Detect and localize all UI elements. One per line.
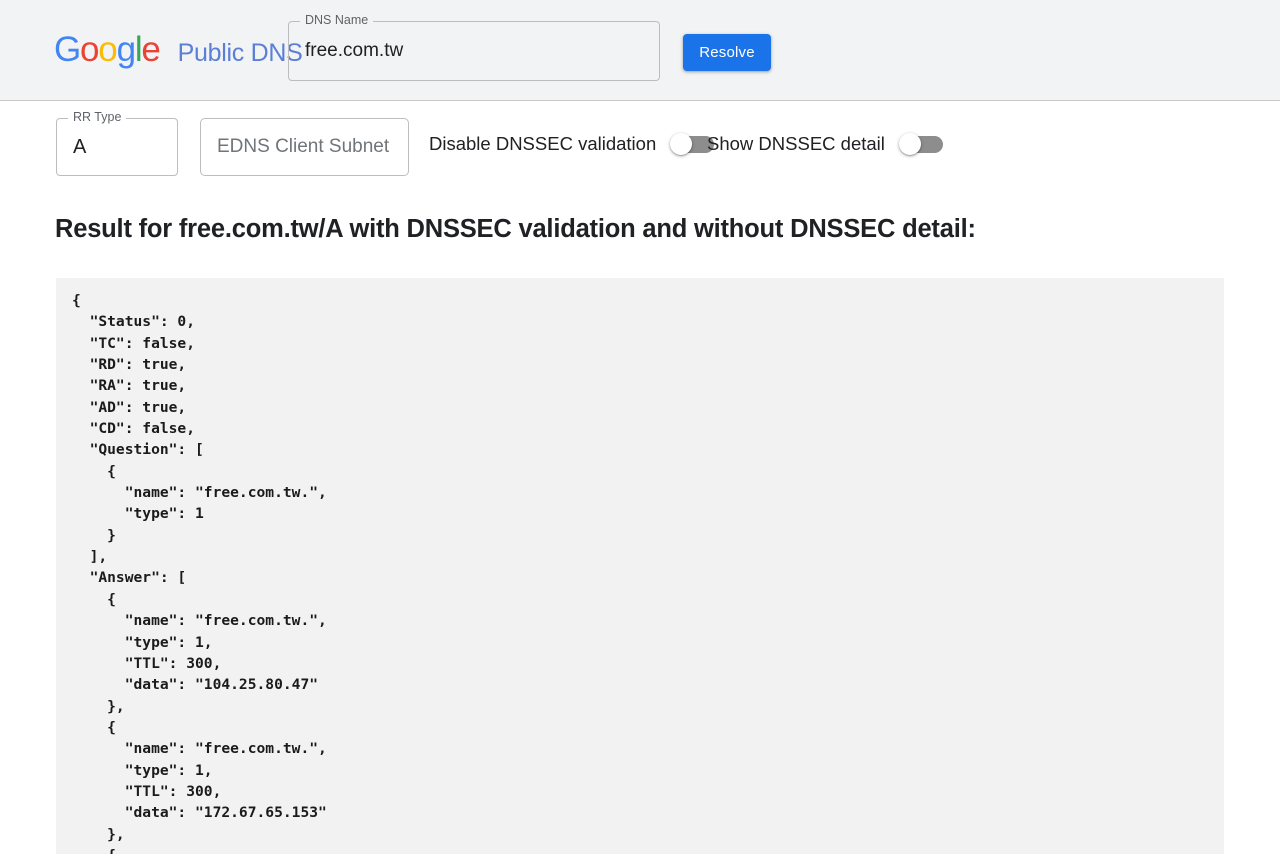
resolve-button[interactable]: Resolve	[683, 34, 771, 71]
options-row: RR Type Disable DNSSEC validation Show D…	[0, 101, 1280, 181]
disable-dnssec-validation-label: Disable DNSSEC validation	[429, 133, 657, 154]
dns-response-json: { "Status": 0, "TC": false, "RD": true, …	[72, 292, 327, 854]
dns-response-code-block: { "Status": 0, "TC": false, "RD": true, …	[56, 278, 1224, 854]
dns-name-field[interactable]: DNS Name	[288, 14, 660, 81]
show-dnssec-detail-switch[interactable]	[898, 133, 943, 155]
rr-type-field[interactable]: RR Type	[56, 111, 178, 176]
show-dnssec-detail-toggle-group: Show DNSSEC detail	[707, 133, 943, 155]
edns-client-subnet-field[interactable]	[200, 118, 409, 176]
dns-name-label: DNS Name	[300, 14, 374, 27]
product-name: Public DNS	[177, 39, 303, 67]
edns-client-subnet-input[interactable]	[201, 119, 408, 175]
result-heading: Result for free.com.tw/A with DNSSEC val…	[55, 215, 976, 243]
show-dnssec-detail-label: Show DNSSEC detail	[707, 133, 885, 154]
disable-dnssec-validation-toggle-group: Disable DNSSEC validation	[429, 133, 715, 155]
app-header: Google Public DNS DNS Name Resolve	[0, 0, 1280, 101]
dns-name-input[interactable]	[289, 22, 659, 80]
switch-knob	[898, 133, 921, 155]
rr-type-label: RR Type	[68, 111, 127, 124]
brand-logo: Google Public DNS	[54, 32, 303, 68]
google-wordmark: Google	[54, 30, 161, 69]
rr-type-input[interactable]	[57, 119, 177, 175]
